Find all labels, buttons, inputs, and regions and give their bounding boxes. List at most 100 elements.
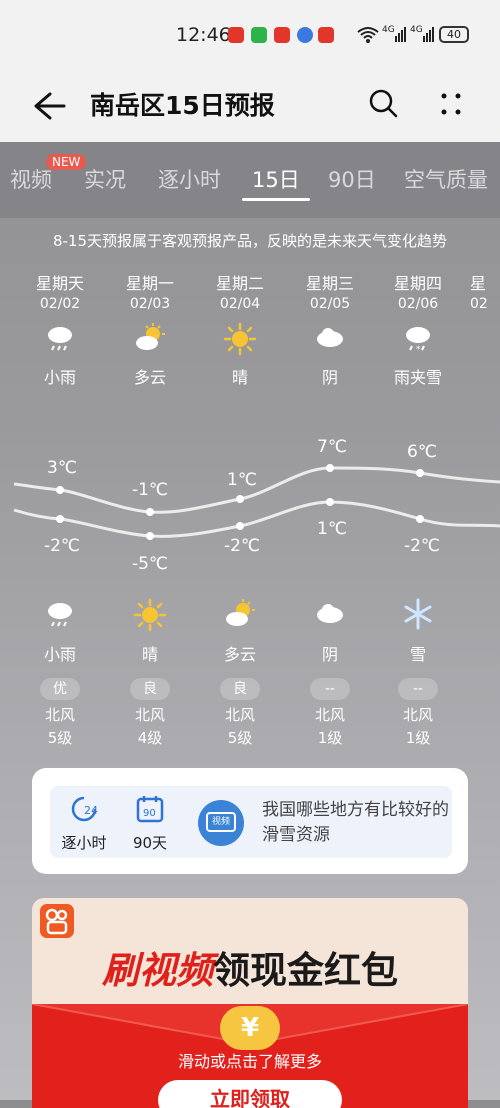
date-label: 02/05 <box>309 296 351 312</box>
app-notification-icon <box>228 27 244 43</box>
high-temp-label: 3℃ <box>47 458 77 478</box>
night-condition: 小雨 <box>43 645 76 664</box>
svg-text:90: 90 <box>143 808 156 819</box>
date-label: 02/03 <box>129 296 171 312</box>
wechat-icon <box>251 27 267 43</box>
wind-level: 5级 <box>227 729 253 747</box>
wind-direction: 北风 <box>134 706 165 724</box>
more-options-button[interactable] <box>436 86 466 126</box>
wind-direction: 北风 <box>224 706 255 724</box>
sunny-icon <box>200 322 280 356</box>
signal-label-1: 4G <box>382 25 395 35</box>
low-point <box>236 522 244 530</box>
mail-icon <box>274 27 290 43</box>
weekday-label-partial: 星 <box>470 274 487 293</box>
high-temp-label: 6℃ <box>407 442 437 462</box>
claim-button[interactable]: 立即领取 <box>158 1080 342 1108</box>
aqi-badge: -- <box>310 678 350 700</box>
wind-direction: 北风 <box>44 706 75 724</box>
svg-text:*: * <box>416 345 421 354</box>
day-condition: 小雨 <box>43 368 76 387</box>
tab-15day[interactable]: 15日 <box>252 164 300 194</box>
clock-24-icon: 24 <box>71 796 98 822</box>
signal-bars-icon <box>395 26 407 46</box>
ninety-day-button[interactable]: 90 90天 <box>120 794 180 853</box>
low-temp-label: -2℃ <box>403 536 441 556</box>
low-temp-label: -2℃ <box>43 536 81 556</box>
date-label: 02/02 <box>39 296 81 312</box>
weekday-label: 星期二 <box>215 274 264 293</box>
low-point <box>416 515 424 523</box>
ad-banner[interactable]: 刷视频领现金红包 ¥ 滑动或点击了解更多 立即领取 <box>32 898 468 1108</box>
forecast-notice: 8-15天预报属于客观预报产品，反映的是未来天气变化趋势 <box>52 232 448 250</box>
video-icon[interactable]: 视频 <box>198 800 244 846</box>
hourly-label: 逐小时 <box>61 834 107 852</box>
back-arrow-icon <box>34 92 66 120</box>
weekday-label: 星期天 <box>35 274 84 293</box>
low-point <box>326 498 334 506</box>
day-condition: 阴 <box>321 368 338 387</box>
low-temp-label: -5℃ <box>131 554 169 574</box>
low-temp-label: 1℃ <box>317 519 347 539</box>
ninety-day-label: 90天 <box>132 834 168 852</box>
weekday-label: 星期一 <box>125 274 174 293</box>
night-condition: 晴 <box>141 645 158 664</box>
signal-label-2: 4G <box>410 25 423 35</box>
high-temp-label: 1℃ <box>227 470 257 490</box>
tab-air-quality[interactable]: 空气质量 <box>404 164 488 194</box>
calendar-90-icon: 90 <box>136 796 164 823</box>
high-point <box>56 486 64 494</box>
ad-hint: 滑动或点击了解更多 <box>177 1052 322 1071</box>
wind-level: 5级 <box>47 729 73 747</box>
sunny-icon <box>110 598 190 634</box>
more-dots-icon <box>441 93 461 115</box>
status-bar: 12:46 4G 4G 40 <box>0 0 500 70</box>
high-point <box>416 469 424 477</box>
snow-icon <box>378 598 458 634</box>
weekday-label: 星期四 <box>393 274 442 293</box>
wind-direction: 北风 <box>314 706 345 724</box>
wind-direction: 北风 <box>402 706 433 724</box>
aqi-badge: 良 <box>220 678 260 700</box>
low-temp-label: -2℃ <box>223 536 261 556</box>
tab-hourly[interactable]: 逐小时 <box>158 164 221 194</box>
tab-live[interactable]: 实况 <box>84 164 126 194</box>
partly-cloudy-icon <box>200 598 280 634</box>
date-label: 02/04 <box>219 296 261 312</box>
day-condition: 晴 <box>231 368 248 387</box>
tab-90day[interactable]: 90日 <box>328 164 376 194</box>
day-condition: 雨夹雪 <box>393 368 442 387</box>
tab-video[interactable]: 视频 <box>10 164 52 194</box>
wind-level: 1级 <box>317 729 343 747</box>
light-rain-icon <box>20 322 100 356</box>
ad-title: 刷视频领现金红包 <box>102 949 398 992</box>
sleet-icon: * <box>378 322 458 356</box>
app-bar: 南岳区15日预报 <box>0 70 500 142</box>
back-button[interactable] <box>28 88 68 124</box>
aqi-badge: -- <box>398 678 438 700</box>
high-temp-label: -1℃ <box>131 480 169 500</box>
new-badge: NEW <box>46 154 87 170</box>
day-condition: 多云 <box>133 368 166 387</box>
kuaishou-logo <box>40 904 74 938</box>
wifi-icon <box>356 26 380 44</box>
aqi-badge: 优 <box>40 678 80 700</box>
overcast-icon <box>290 322 370 356</box>
date-label-partial: 02 <box>470 296 488 312</box>
ski-article-link[interactable]: 我国哪些地方有比较好的滑雪资源 <box>262 798 452 848</box>
high-temp-label: 7℃ <box>317 437 347 457</box>
weekday-label: 星期三 <box>305 274 354 293</box>
status-time: 12:46 <box>176 24 231 46</box>
partly-cloudy-icon <box>110 322 190 356</box>
night-condition: 阴 <box>321 645 338 664</box>
wind-level: 1级 <box>405 729 431 747</box>
high-point <box>146 508 154 516</box>
night-condition: 多云 <box>223 645 256 664</box>
hourly-button[interactable]: 24 逐小时 <box>54 794 114 853</box>
battery-indicator: 40 <box>439 26 469 43</box>
app-notification-icon-2 <box>318 27 334 43</box>
svg-text:24: 24 <box>84 804 98 817</box>
search-button[interactable] <box>366 86 402 122</box>
search-icon <box>369 89 398 118</box>
night-condition: 雪 <box>409 645 426 664</box>
